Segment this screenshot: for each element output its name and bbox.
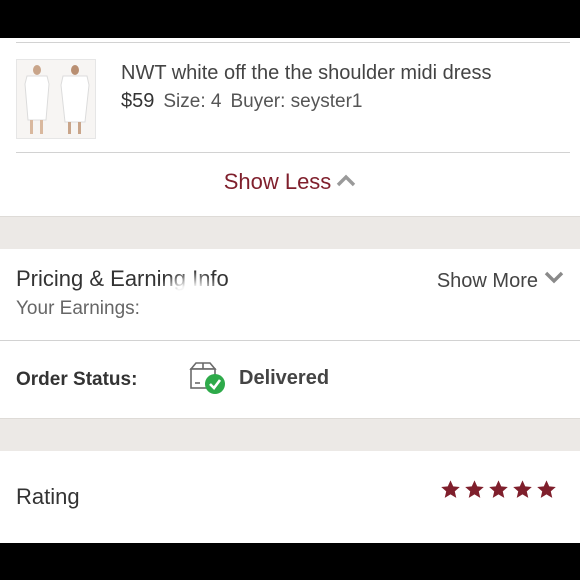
item-title[interactable]: NWT white off the the shoulder midi dres… xyxy=(121,62,492,85)
rating-label: Rating xyxy=(16,484,80,509)
star-icon[interactable] xyxy=(488,479,509,500)
order-item-row[interactable]: NWT white off the the shoulder midi dres… xyxy=(0,43,580,153)
divider xyxy=(16,152,570,153)
order-details-screen: NWT white off the the shoulder midi dres… xyxy=(0,38,580,543)
chevron-down-icon xyxy=(544,267,564,290)
item-price: $59 xyxy=(121,90,155,112)
order-status-label: Order Status: xyxy=(16,369,138,390)
chevron-up-icon xyxy=(336,167,356,193)
show-less-button[interactable]: Show Less xyxy=(0,169,580,196)
star-icon[interactable] xyxy=(440,479,461,500)
show-less-label: Show Less xyxy=(223,169,332,194)
pricing-earnings-section[interactable]: Pricing & Earning Info Your Earnings: Sh… xyxy=(0,249,580,341)
dress-thumbnail-image[interactable] xyxy=(16,59,96,139)
order-status-value: Delivered xyxy=(239,367,330,389)
order-status-section: Order Status: Delivered xyxy=(0,341,580,418)
item-buyer: Buyer: seyster1 xyxy=(230,91,363,112)
show-more-button[interactable]: Show More xyxy=(437,270,564,293)
package-delivered-icon xyxy=(188,361,228,402)
section-separator xyxy=(0,418,580,452)
rating-section: Rating xyxy=(0,451,580,543)
redacted-earnings xyxy=(150,271,230,341)
your-earnings-label: Your Earnings: xyxy=(16,298,140,319)
item-size: Size: 4 xyxy=(163,91,222,112)
show-more-label: Show More xyxy=(436,270,538,292)
section-separator xyxy=(0,216,580,250)
star-rating[interactable] xyxy=(440,479,557,500)
item-meta: $59 Size: 4 Buyer: seyster1 xyxy=(121,90,362,113)
star-icon[interactable] xyxy=(512,479,533,500)
star-icon[interactable] xyxy=(464,479,485,500)
star-icon[interactable] xyxy=(536,479,557,500)
